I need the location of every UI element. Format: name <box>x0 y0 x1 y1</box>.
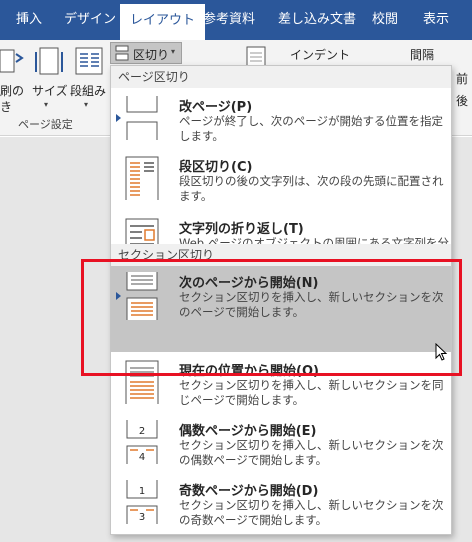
indent-label: インデント <box>290 48 351 62</box>
item-title: 改ページ(P) <box>179 100 253 115</box>
column-break-icon <box>125 156 159 200</box>
tab-review[interactable]: 校閲 <box>372 0 398 40</box>
section-header-page-breaks: ページ区切り <box>111 66 451 88</box>
tab-view[interactable]: 表示 <box>423 0 449 40</box>
item-description: セクション区切りを挿入し、新しいセクションを次の奇数ページで開始します。 <box>179 498 444 527</box>
item-title: 段区切り(C) <box>179 160 253 175</box>
svg-text:2: 2 <box>139 426 145 437</box>
item-title: 文字列の折り返し(T) <box>179 222 304 237</box>
breaks-button[interactable]: 区切り ▾ <box>110 42 182 64</box>
menu-item-even-page[interactable]: 2 4 偶数ページから開始(E) セクション区切りを挿入し、新しいセクションを次… <box>111 416 451 474</box>
annotation-highlight-box <box>81 259 462 376</box>
chevron-down-icon: ▾ <box>84 100 89 109</box>
item-description: セクション区切りを挿入し、新しいセクションを次の偶数ページで開始します。 <box>179 438 444 467</box>
ribbon-tab-bar: 挿入 デザイン レイアウト 参考資料 差し込み文書 校閲 表示 <box>0 0 472 40</box>
chevron-down-icon: ▾ <box>44 100 49 109</box>
tab-design[interactable]: デザイン <box>64 0 116 40</box>
spacing-before-label: 前 <box>456 72 469 86</box>
chevron-down-icon: ▾ <box>171 47 176 56</box>
mouse-pointer-icon <box>435 343 448 361</box>
arrow-marker-icon <box>116 114 121 122</box>
orientation-button[interactable]: 刷の き <box>0 44 26 114</box>
item-description: セクション区切りを挿入し、新しいセクションを同じページで開始します。 <box>179 378 444 407</box>
size-label: サイズ <box>32 84 68 98</box>
spacing-after-label: 後 <box>456 94 469 108</box>
menu-item-page-break[interactable]: 改ページ(P) ページが終了し、次のページが開始する位置を指定します。 <box>111 90 451 148</box>
item-title: 偶数ページから開始(E) <box>179 424 317 439</box>
menu-item-odd-page[interactable]: 1 3 奇数ページから開始(D) セクション区切りを挿入し、新しいセクションを次… <box>111 476 451 534</box>
odd-page-section-icon: 1 3 <box>126 480 158 524</box>
svg-text:3: 3 <box>139 512 145 523</box>
item-description: ページが終了し、次のページが開始する位置を指定します。 <box>179 114 444 143</box>
size-button[interactable]: サイズ ▾ <box>30 44 68 110</box>
size-icon <box>35 47 63 75</box>
spacing-label: 間隔 <box>410 48 435 62</box>
item-description: 段区切りの後の文字列は、次の段の先頭に配置されます。 <box>179 174 444 203</box>
orientation-icon <box>0 49 24 73</box>
columns-icon <box>75 47 103 75</box>
page-break-icon <box>126 96 158 140</box>
tab-mailings[interactable]: 差し込み文書 <box>278 0 356 40</box>
orientation-label-line2: き <box>0 100 13 114</box>
tab-insert[interactable]: 挿入 <box>16 0 42 40</box>
item-title: 奇数ページから開始(D) <box>179 484 319 499</box>
menu-item-column-break[interactable]: 段区切り(C) 段区切りの後の文字列は、次の段の先頭に配置されます。 <box>111 150 451 212</box>
svg-text:1: 1 <box>139 486 145 497</box>
orientation-label: 刷の <box>0 84 25 98</box>
columns-button[interactable]: 段組み ▾ <box>68 44 108 110</box>
breaks-label: 区切り <box>133 48 170 62</box>
breaks-icon <box>115 45 129 61</box>
even-page-section-icon: 2 4 <box>126 420 158 464</box>
group-label-page-setup: ページ設定 <box>18 118 73 131</box>
svg-text:4: 4 <box>139 452 145 463</box>
columns-label: 段組み <box>70 84 107 98</box>
tab-references[interactable]: 参考資料 <box>203 0 255 40</box>
tab-layout[interactable]: レイアウト <box>120 4 206 40</box>
